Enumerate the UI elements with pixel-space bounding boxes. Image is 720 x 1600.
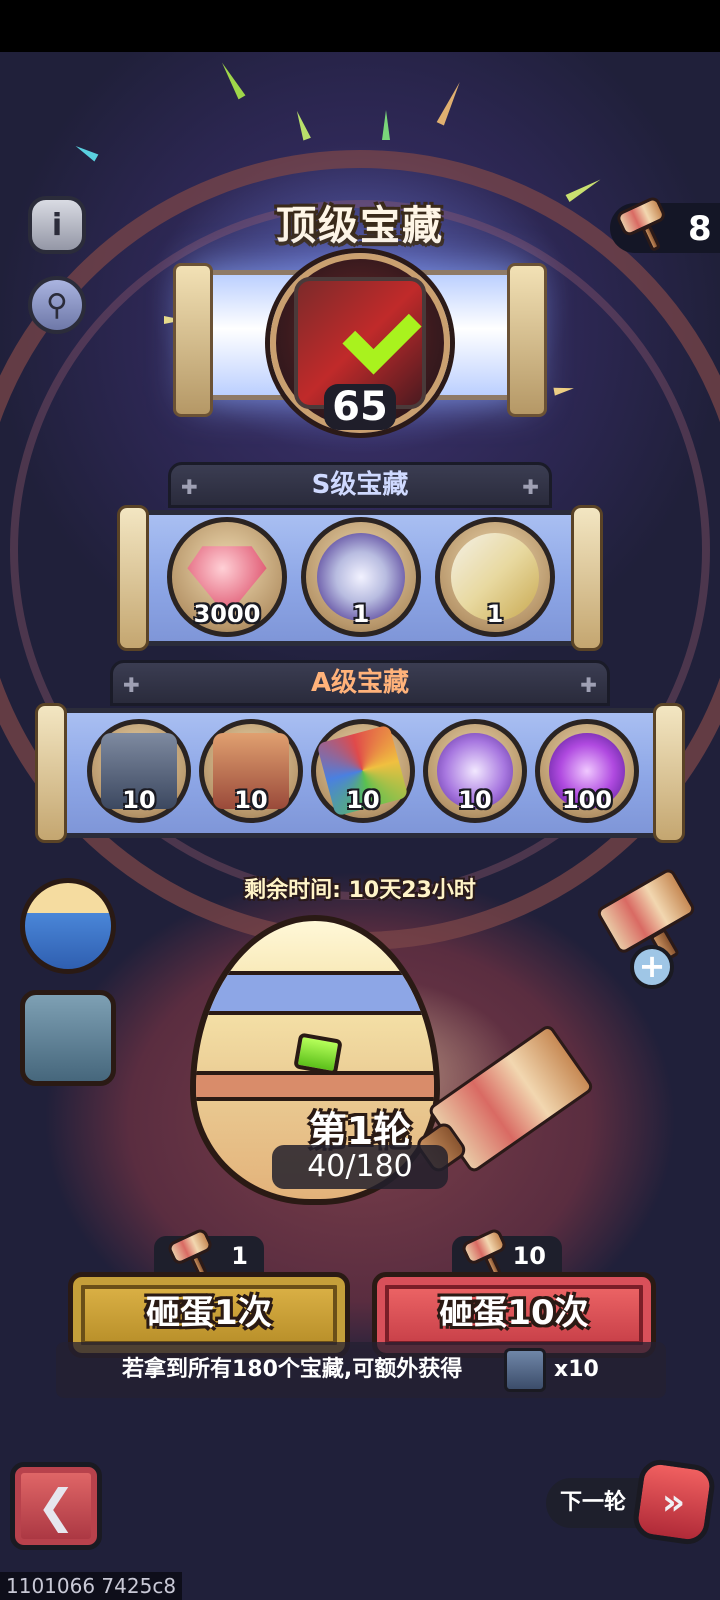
magnifier-icon: ⚲ (46, 287, 68, 323)
reward-qty: 10 (234, 786, 268, 814)
banner-cap-right (507, 263, 547, 417)
treasure-screen: i ⚲ 顶级宝藏 8 65 ✚ S级宝藏 ✚ 3000 1 1 ✚ A级宝藏 ✚… (0, 0, 720, 1600)
tier-s-panel: 3000 1 1 (117, 505, 603, 651)
panel-cap-right (571, 505, 603, 651)
panel-cap-left (35, 703, 67, 843)
egg-gem-icon (293, 1032, 343, 1076)
reward-qty: 3000 (193, 600, 261, 628)
record-book-button[interactable] (20, 990, 116, 1086)
panel-cap-right (653, 703, 685, 843)
reward-qty: 1 (486, 600, 504, 628)
bonus-reward-text: 若拿到所有180个宝藏,可额外获得 (122, 1357, 463, 1382)
tier-a-panel: 10 10 10 10 100 (35, 703, 685, 843)
sparkle-icon (565, 176, 603, 202)
hammer-counter[interactable]: 8 (610, 194, 720, 253)
checkmark-icon (342, 295, 422, 375)
helmet-book-icon (504, 1348, 546, 1392)
tier-s-header: ✚ S级宝藏 ✚ (168, 462, 552, 508)
double-chevron-right-icon: » (662, 1481, 686, 1523)
smash-ten-cost-value: 10 (512, 1242, 546, 1270)
hammer-count: 8 (688, 209, 712, 249)
status-bar (0, 0, 720, 52)
reward-item[interactable]: 3000 (167, 517, 287, 637)
sparkle-icon (218, 60, 246, 100)
plus-icon: + (630, 945, 674, 989)
plus-ornament-icon: ✚ (522, 475, 539, 499)
info-button[interactable]: i (28, 196, 86, 254)
reward-qty: 100 (561, 786, 613, 814)
reward-qty: 1 (352, 600, 370, 628)
reward-qty: 10 (346, 786, 380, 814)
round-progress: 40/180 (272, 1145, 448, 1189)
plus-ornament-icon: ✚ (123, 673, 140, 697)
plus-ornament-icon: ✚ (580, 673, 597, 697)
reward-item[interactable]: 10 (199, 719, 303, 823)
bonus-reward-note: 若拿到所有180个宝藏,可额外获得 x10 (56, 1342, 666, 1398)
top-prize-count: 65 (324, 384, 396, 430)
egg-band (196, 971, 434, 1015)
tier-s-label: S级宝藏 (311, 470, 409, 500)
sparkle-icon (73, 142, 99, 162)
reward-item[interactable]: 1 (301, 517, 421, 637)
reward-item[interactable]: 10 (311, 719, 415, 823)
panel-cap-left (117, 505, 149, 651)
back-arrow-icon: ❮ (36, 1479, 76, 1533)
remaining-time: 剩余时间: 10天23小时 (244, 878, 476, 903)
sparkle-icon (436, 80, 464, 126)
reward-item[interactable]: 10 (87, 719, 191, 823)
reward-item[interactable]: 10 (423, 719, 527, 823)
reward-item[interactable]: 100 (535, 719, 639, 823)
tier-a-label: A级宝藏 (310, 668, 410, 698)
sparkle-icon (382, 110, 390, 140)
bonus-reward-qty: x10 (554, 1357, 599, 1382)
banner-cap-left (173, 263, 213, 417)
top-prize-medal[interactable]: 65 (270, 253, 450, 433)
gift-box-button[interactable] (20, 878, 116, 974)
sparkle-icon (293, 109, 311, 141)
tier-a-header: ✚ A级宝藏 ✚ (110, 660, 610, 706)
plus-ornament-icon: ✚ (181, 475, 198, 499)
back-button[interactable]: ❮ (10, 1462, 102, 1550)
page-title: 顶级宝藏 (276, 203, 444, 249)
reward-item[interactable]: 1 (435, 517, 555, 637)
reward-qty: 10 (458, 786, 492, 814)
build-id: 1101066 7425c8 (0, 1572, 183, 1600)
smash-once-cost-value: 1 (231, 1242, 248, 1270)
search-button[interactable]: ⚲ (28, 276, 86, 334)
info-icon: i (51, 207, 63, 243)
reward-qty: 10 (122, 786, 156, 814)
next-round-button[interactable]: » (630, 1457, 718, 1547)
